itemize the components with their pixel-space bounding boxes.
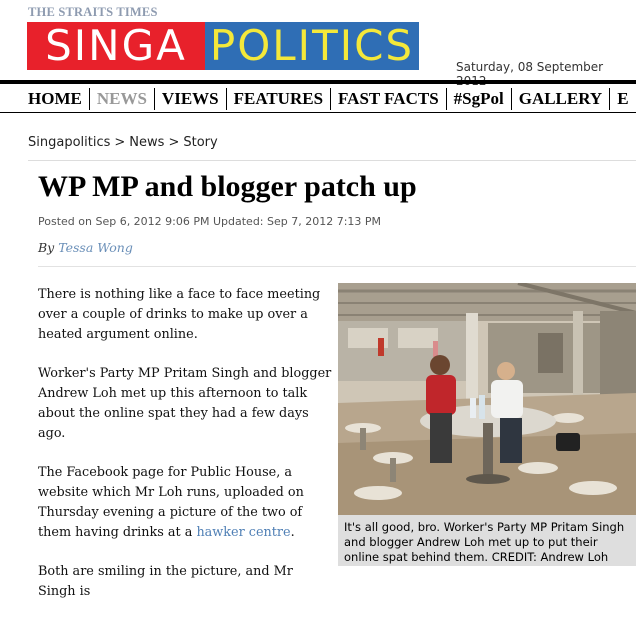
nav-gallery[interactable]: GALLERY xyxy=(510,88,609,110)
masthead-rule xyxy=(0,80,636,84)
breadcrumb-singapolitics[interactable]: Singapolitics xyxy=(28,135,110,150)
main-nav: HOME NEWS VIEWS FEATURES FAST FACTS #SgP… xyxy=(28,88,636,110)
breadcrumb-story: Story xyxy=(183,135,218,150)
article-headline: WP MP and blogger patch up xyxy=(38,170,417,203)
hawker-centre-link[interactable]: hawker centre xyxy=(196,525,290,540)
article-top-rule xyxy=(28,160,636,161)
paragraph-3: The Facebook page for Public House, a we… xyxy=(38,463,334,543)
nav-views[interactable]: VIEWS xyxy=(153,88,226,110)
article-body: There is nothing like a face to face mee… xyxy=(38,285,334,621)
hawker-centre-photo xyxy=(338,283,636,515)
article-photo-box: It's all good, bro. Worker's Party MP Pr… xyxy=(338,283,636,566)
singapolitics-logo[interactable]: SINGA POLITICS xyxy=(27,22,419,70)
nav-fast-facts[interactable]: FAST FACTS xyxy=(330,88,446,110)
paragraph-2: Worker's Party MP Pritam Singh and blogg… xyxy=(38,366,332,441)
breadcrumb-separator: > xyxy=(168,135,180,150)
breadcrumb-separator: > xyxy=(114,135,126,150)
byline-divider xyxy=(38,266,636,267)
byline-prefix: By xyxy=(38,240,55,255)
nav-sgpol[interactable]: #SgPol xyxy=(445,88,511,110)
paragraph-3-end: . xyxy=(290,525,295,540)
logo-part-singa: SINGA xyxy=(27,22,205,70)
nav-truncated[interactable]: E xyxy=(609,88,635,110)
byline: By Tessa Wong xyxy=(38,240,133,255)
paragraph-4: Both are smiling in the picture, and Mr … xyxy=(38,564,293,599)
nav-home[interactable]: HOME xyxy=(28,88,89,110)
breadcrumb: Singapolitics > News > Story xyxy=(28,135,218,150)
photo-caption: It's all good, bro. Worker's Party MP Pr… xyxy=(338,515,636,566)
nav-rule xyxy=(0,112,636,113)
paragraph-1: There is nothing like a face to face mee… xyxy=(38,287,321,342)
article-meta: Posted on Sep 6, 2012 9:06 PM Updated: S… xyxy=(38,215,382,228)
nav-news[interactable]: NEWS xyxy=(88,88,154,110)
article-photo[interactable] xyxy=(338,283,636,515)
author-link[interactable]: Tessa Wong xyxy=(58,240,133,255)
breadcrumb-news[interactable]: News xyxy=(129,135,164,150)
nav-features[interactable]: FEATURES xyxy=(225,88,330,110)
masthead-kicker: THE STRAITS TIMES xyxy=(28,5,158,19)
logo-part-politics: POLITICS xyxy=(205,22,419,70)
